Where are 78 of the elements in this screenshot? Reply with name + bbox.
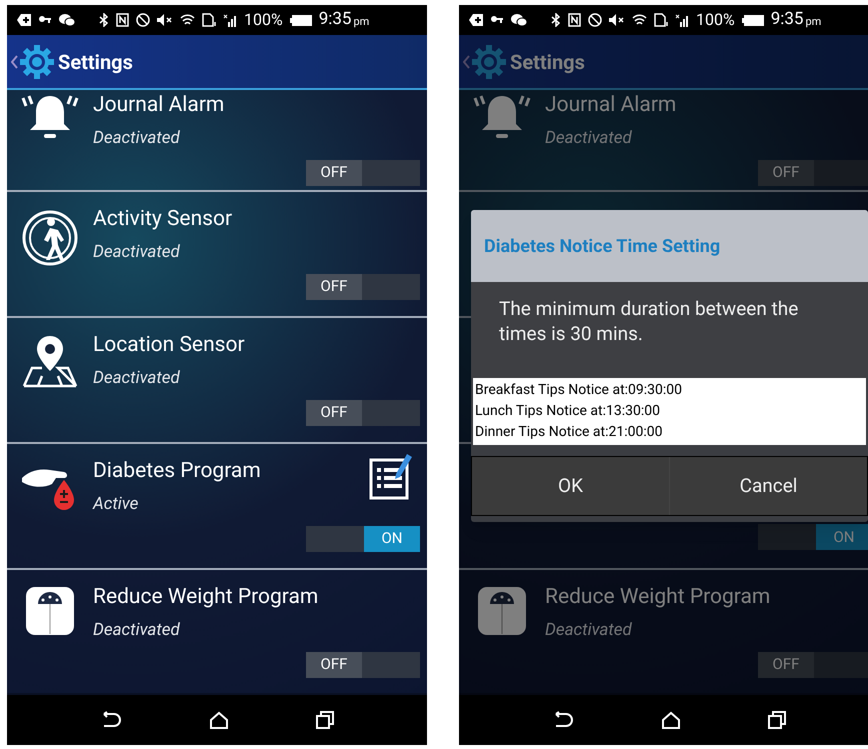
signal-icon xyxy=(675,13,689,27)
battery-icon xyxy=(742,14,764,26)
setting-title: Diabetes Program xyxy=(93,458,261,484)
map-pin-icon xyxy=(20,334,80,390)
dialog-button[interactable]: OK xyxy=(472,457,669,515)
clock-time: 9:35 xyxy=(770,8,804,32)
walking-person-icon xyxy=(20,208,80,268)
toggle-switch[interactable]: OFF xyxy=(758,652,868,678)
wifi-icon xyxy=(180,13,195,27)
key-icon xyxy=(490,14,504,26)
toggle-switch[interactable]: OFF xyxy=(758,160,868,186)
toggle-switch[interactable]: OFF xyxy=(306,274,420,300)
gear-icon xyxy=(20,44,54,78)
toggle-label: OFF xyxy=(306,652,362,678)
back-chevron-icon[interactable] xyxy=(11,54,18,68)
notice-time-item[interactable]: Breakfast Tips Notice at:09:30:00 xyxy=(473,380,682,401)
setting-title: Journal Alarm xyxy=(545,92,676,118)
setting-status: Deactivated xyxy=(93,367,180,390)
chat-icon xyxy=(59,14,75,26)
toggle-label: OFF xyxy=(306,274,362,300)
clock-period: pm xyxy=(353,14,370,30)
toggle-switch[interactable]: OFF xyxy=(306,652,420,678)
bluetooth-icon xyxy=(99,13,109,27)
dialog-title: Diabetes Notice Time Setting xyxy=(484,234,720,258)
setting-title: Activity Sensor xyxy=(93,206,232,232)
setting-status: Deactivated xyxy=(545,127,632,150)
notice-time-item[interactable]: Lunch Tips Notice at:13:30:00 xyxy=(473,401,660,422)
toggle-switch[interactable]: ON xyxy=(306,526,420,552)
gear-icon xyxy=(472,44,506,78)
battery-level: 100% xyxy=(244,9,283,31)
clock-time: 9:35 xyxy=(318,8,352,32)
chat-icon xyxy=(511,14,527,26)
dialog-button[interactable]: Cancel xyxy=(669,457,867,515)
toggle-label: ON xyxy=(364,526,420,552)
nfc-icon xyxy=(568,13,581,27)
mute-icon xyxy=(157,14,173,26)
toggle-switch[interactable]: OFF xyxy=(306,160,420,186)
notification-icon xyxy=(17,14,31,26)
recent-apps-icon[interactable] xyxy=(316,711,334,729)
setting-title: Reduce Weight Program xyxy=(545,584,770,610)
notification-icon xyxy=(469,14,483,26)
wifi-icon xyxy=(632,13,647,27)
weighing-scale-icon xyxy=(477,586,527,636)
do-not-disturb-icon xyxy=(588,13,602,27)
toggle-label: OFF xyxy=(758,652,814,678)
setting-status: Deactivated xyxy=(93,127,180,150)
setting-title: Reduce Weight Program xyxy=(93,584,318,610)
setting-status: Deactivated xyxy=(545,619,632,642)
setting-status: Active xyxy=(93,493,138,516)
app-bar-title: Settings xyxy=(510,48,585,76)
edit-list-icon[interactable] xyxy=(369,452,413,500)
setting-status: Deactivated xyxy=(93,241,180,264)
setting-title: Journal Alarm xyxy=(93,92,224,118)
toggle-label: OFF xyxy=(306,400,362,426)
key-icon xyxy=(38,14,52,26)
nfc-icon xyxy=(116,13,129,27)
toggle-label: OFF xyxy=(758,160,814,186)
clock-period: pm xyxy=(805,14,822,30)
battery-icon xyxy=(290,14,312,26)
recent-apps-icon[interactable] xyxy=(768,711,786,729)
signal-icon xyxy=(223,13,237,27)
sim-card-icon xyxy=(654,13,668,27)
bluetooth-icon xyxy=(551,13,561,27)
weighing-scale-icon xyxy=(25,586,75,636)
dialog-message: The minimum duration between the times is 30 mins. xyxy=(499,296,800,346)
do-not-disturb-icon xyxy=(136,13,150,27)
home-icon[interactable] xyxy=(660,711,681,729)
home-icon[interactable] xyxy=(208,711,229,729)
toggle-switch[interactable]: OFF xyxy=(306,400,420,426)
toggle-label: OFF xyxy=(306,160,362,186)
toggle-label: ON xyxy=(816,524,868,550)
sim-card-icon xyxy=(202,13,216,27)
app-bar-title: Settings xyxy=(58,48,133,76)
notice-time-item[interactable]: Dinner Tips Notice at:21:00:00 xyxy=(473,422,662,443)
mute-icon xyxy=(609,14,625,26)
setting-title: Location Sensor xyxy=(93,332,245,358)
battery-level: 100% xyxy=(696,9,735,31)
setting-status: Deactivated xyxy=(93,619,180,642)
